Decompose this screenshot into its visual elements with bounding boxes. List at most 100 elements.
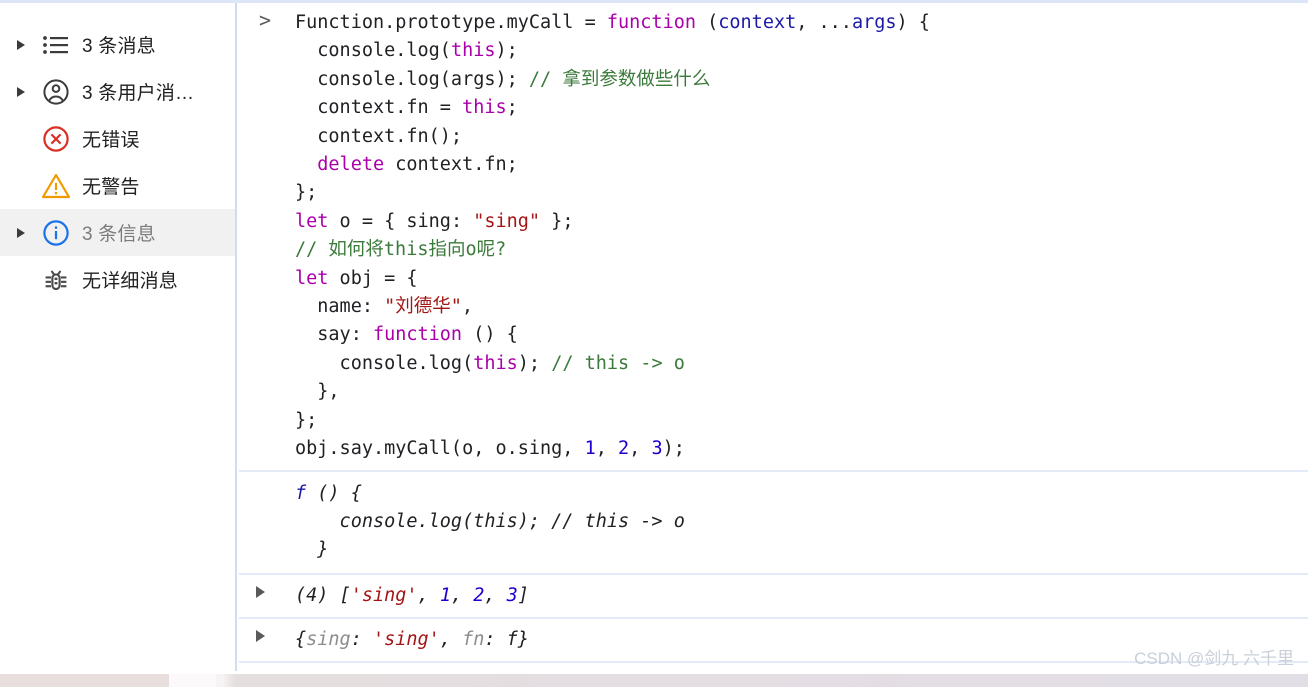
code-token: , [439,628,463,650]
code-token: () { [462,324,518,346]
code-token: "刘德华" [384,296,462,318]
watermark-text: CSDN @剑九 六千里 [1134,649,1294,668]
code-token: , [595,438,619,460]
info-icon [34,219,78,247]
code-token: Function.prototype.myCall = [295,12,607,33]
console-input-code[interactable]: Function.prototype.myCall = function ( co… [239,9,1308,464]
prompt-chevron-icon: > [258,8,272,32]
console-output-function[interactable]: f () { console.log(this); // this -> o } [239,472,1308,575]
code-token: : [484,628,507,650]
sidebar-item-user-messages[interactable]: 3 条用户消… [0,68,235,115]
code-token: 2 [618,438,630,460]
code-token: 1 [439,584,451,606]
sidebar-item-verbose[interactable]: 无详细消息 [0,256,235,303]
code-token: ) { [896,12,930,33]
console-output-array[interactable]: (4) ['sing', 1, 2, 3] [239,575,1308,619]
code-token: 1 [584,438,596,460]
code-token: } [295,539,329,561]
code-token: console.log(this); // this -> o [295,510,685,532]
code-token: (4) [ [295,584,351,606]
code-token: 2 [473,584,485,606]
sidebar-item-warnings[interactable]: 无警告 [0,162,235,209]
code-token: 3 [506,584,518,606]
code-token: ); [662,438,685,460]
code-token: name: [295,296,385,318]
code-token: // 拿到参数做些什么 [528,68,711,90]
code-token: : [350,628,373,650]
code-token: this [473,352,518,374]
code-token: console.log( [295,352,474,374]
code-token: { [295,628,307,650]
devtools-console-window: 3 条消息 3 条用户消… 无错误 无警告 3 条信息 无详细消息 > Func… [0,0,1308,687]
sidebar-item-label: 无错误 [82,130,140,151]
code-token: f [506,628,518,650]
code-token: console.log( [295,40,451,62]
sidebar-item-errors[interactable]: 无错误 [0,115,235,162]
list-icon [34,34,78,56]
code-token: context.fn = [295,97,463,119]
sidebar-item-messages[interactable]: 3 条消息 [0,21,235,68]
warning-icon [34,172,78,200]
code-token: function [372,324,463,346]
sidebar-item-label: 无详细消息 [82,271,179,292]
code-token: 3 [651,438,663,460]
console-output-code[interactable]: f () { console.log(this); // this -> o } [239,478,1308,567]
code-token: this [450,40,496,62]
code-token: let [295,210,329,232]
console-log-area[interactable]: > Function.prototype.myCall = function (… [239,3,1308,671]
code-token: sing [306,628,351,650]
expand-triangle-messages[interactable] [8,39,34,50]
sidebar-item-info[interactable]: 3 条信息 [0,209,235,256]
code-token: fn [462,628,485,650]
code-token: ; [506,97,518,119]
code-token: }; [540,210,574,232]
code-token: 'sing' [350,584,418,606]
code-token: ] [517,584,529,606]
expand-triangle-user-messages[interactable] [8,86,34,97]
code-token: o = { sing: [328,210,474,232]
console-input-entry[interactable]: > Function.prototype.myCall = function (… [239,3,1308,472]
expand-triangle-info[interactable] [8,227,34,238]
sidebar-item-label: 无警告 [82,177,140,198]
code-token: } [517,628,529,650]
code-token: this [462,97,507,119]
code-token: context.fn(); [295,125,463,147]
sidebar-item-label: 3 条信息 [82,224,156,245]
code-token: , [450,584,474,606]
console-sidebar: 3 条消息 3 条用户消… 无错误 无警告 3 条信息 无详细消息 [0,3,237,671]
code-token: }; [295,409,318,431]
code-token: obj = { [328,267,418,289]
code-token: }; [295,182,318,204]
code-token: obj.say.myCall(o, o.sing, [295,438,585,460]
code-token: , [461,296,474,318]
error-icon [34,125,78,153]
code-token: context.fn; [384,154,518,176]
code-token: }, [295,381,340,403]
code-token: delete [317,154,385,176]
code-token: ( [695,12,719,33]
code-token: , [417,584,440,606]
code-token: ); [517,352,552,374]
user-icon [34,78,78,106]
bug-icon [34,266,78,294]
code-token: , [629,438,652,460]
horizontal-scrollbar[interactable] [0,674,1308,687]
code-token: say: [295,324,373,346]
code-token: function [606,12,696,33]
code-token: console.log(args); [295,68,529,90]
code-token: f [295,482,307,504]
code-token: args [851,12,897,33]
code-token: "sing" [473,210,541,232]
expand-triangle-object[interactable] [253,626,277,642]
sidebar-item-label: 3 条用户消… [82,83,195,104]
code-token: () { [306,482,362,504]
code-token: 'sing' [372,628,440,650]
code-token: // 如何将this指向o呢? [295,239,507,261]
code-token: // this -> o [551,352,685,374]
console-output-value[interactable]: (4) ['sing', 1, 2, 3] [239,581,1308,611]
scrollbar-thumb[interactable] [169,674,216,687]
code-token: let [295,267,329,289]
expand-triangle-array[interactable] [253,582,277,598]
code-token: , [484,584,507,606]
